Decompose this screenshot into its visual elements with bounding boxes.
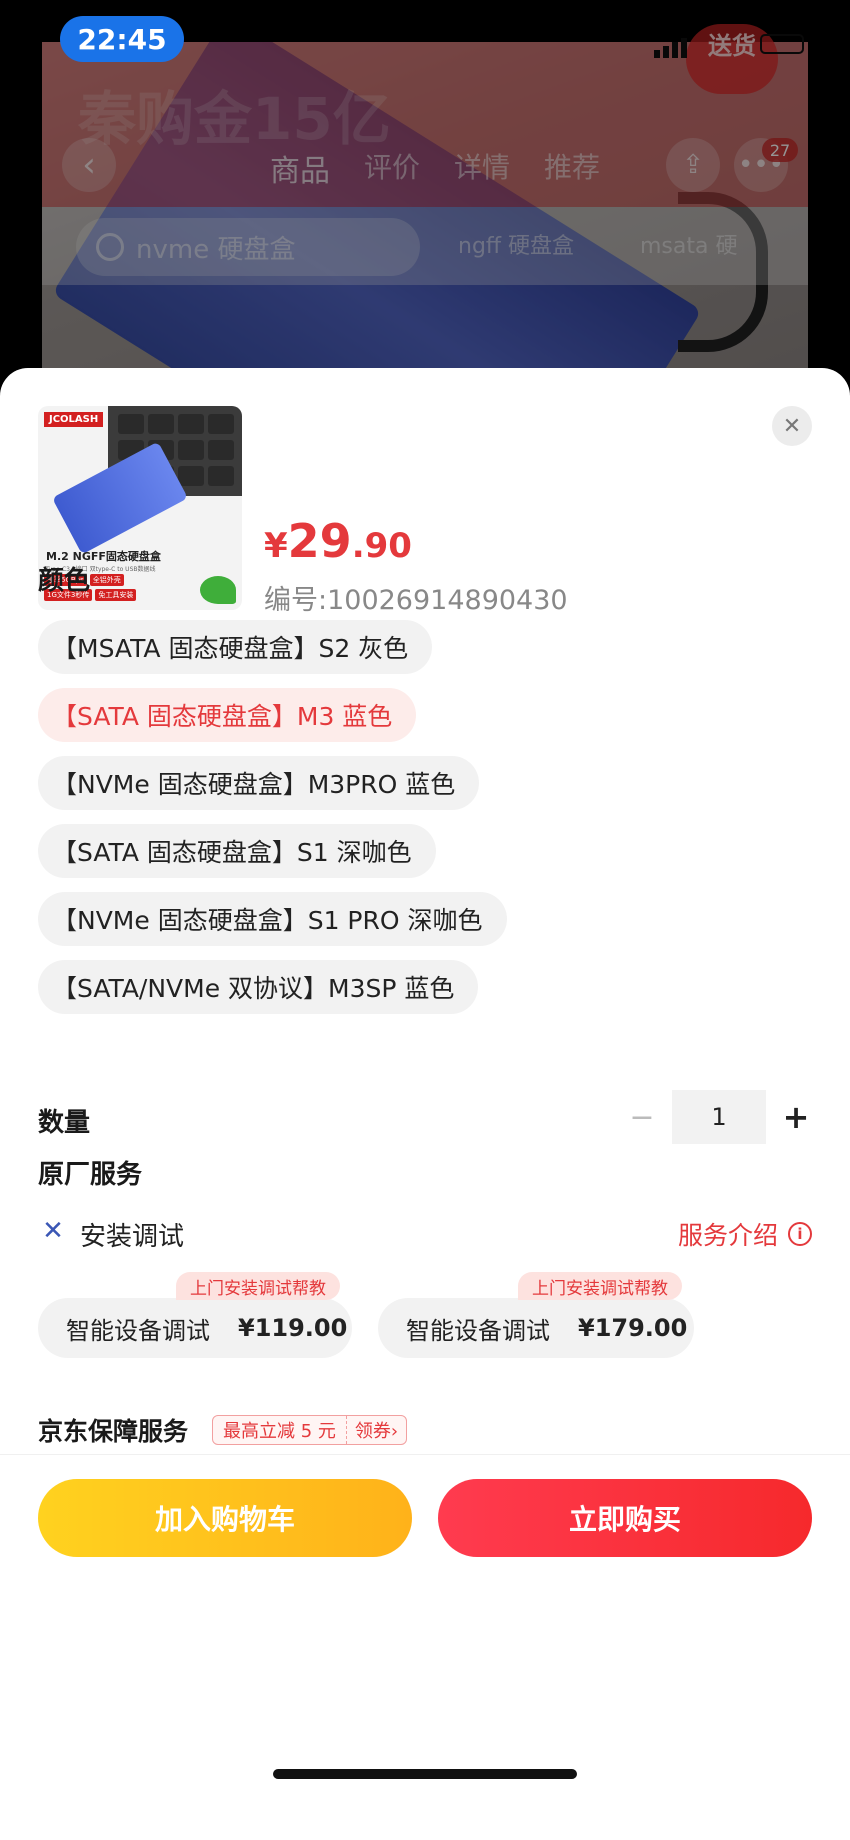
bottom-action-bar: 加入购物车 立即购买 [0,1454,850,1840]
modal-dim-overlay[interactable] [0,0,850,420]
sku-selection-sheet: ✕ JCOLASH M.2 NGFF固态硬盘盒 Type-C3.1接口 双typ… [0,368,850,1840]
service-card-tag: 上门安装调试帮教 [176,1272,340,1300]
thumbnail-brand-logo: JCOLASH [44,412,104,427]
color-option[interactable]: 【SATA/NVMe 双协议】M3SP 蓝色 [38,960,479,1014]
service-card[interactable]: 智能设备调试 ¥179.00 [378,1298,694,1358]
color-option[interactable]: 【NVMe 固态硬盘盒】S1 PRO 深咖色 [38,892,507,946]
service-card-tag: 上门安装调试帮教 [518,1272,682,1300]
service-card-name: 智能设备调试 [66,1316,210,1345]
color-option[interactable]: 【SATA 固态硬盘盒】S1 深咖色 [38,824,436,878]
thumbnail-tag: 免工具安装 [95,589,137,601]
close-icon: ✕ [782,413,802,439]
info-icon: i [788,1222,812,1246]
price-decimal: .90 [351,526,412,566]
color-option[interactable]: 【NVMe 固态硬盘盒】M3PRO 蓝色 [38,756,480,810]
price: ¥29.90 [264,514,412,568]
home-indicator[interactable] [273,1769,577,1779]
coupon-action: 领券› [354,1421,399,1442]
color-section-title: 颜色 [38,566,91,596]
price-integer: 29 [287,514,352,568]
coupon-text: 最高立减 5 元 [213,1416,347,1444]
thumbnail-tag: 全铝外壳 [89,574,124,586]
color-option[interactable]: 【MSATA 固态硬盘盒】S2 灰色 [38,620,433,674]
quantity-input[interactable]: 1 [672,1090,766,1144]
jd-guarantee-title: 京东保障服务 [38,1417,189,1446]
quantity-decrease-button[interactable]: − [626,1090,658,1144]
quantity-increase-button[interactable]: + [780,1090,812,1144]
status-time: 22:45 [60,16,184,62]
sku-number: 编号:10026914890430 [264,585,568,616]
service-card-price: ¥179.00 [578,1314,688,1342]
color-option-selected[interactable]: 【SATA 固态硬盘盒】M3 蓝色 [38,688,417,742]
price-currency: ¥ [264,526,288,566]
tools-icon: ✕ [42,1216,64,1246]
service-card[interactable]: 智能设备调试 ¥119.00 [38,1298,352,1358]
service-intro-text: 服务介绍 [677,1221,778,1250]
add-to-cart-button[interactable]: 加入购物车 [38,1479,412,1557]
service-card-price: ¥119.00 [238,1314,348,1342]
install-service-label: 安装调试 [80,1222,185,1252]
close-button[interactable]: ✕ [772,406,812,446]
buy-now-button[interactable]: 立即购买 [438,1479,812,1557]
service-card-name: 智能设备调试 [406,1316,550,1345]
thumbnail-plant [200,576,236,604]
service-section-title: 原厂服务 [38,1160,143,1190]
service-intro-link[interactable]: 服务介绍 i [678,1216,812,1252]
background-product-page: 秦购金15亿 送货 ‹ 商品 评价 详情 推荐 ⇪ ••• 27 nvme 硬盘… [0,0,850,420]
quantity-label: 数量 [38,1108,91,1138]
coupon-badge[interactable]: 最高立减 5 元 领券› [212,1415,408,1445]
